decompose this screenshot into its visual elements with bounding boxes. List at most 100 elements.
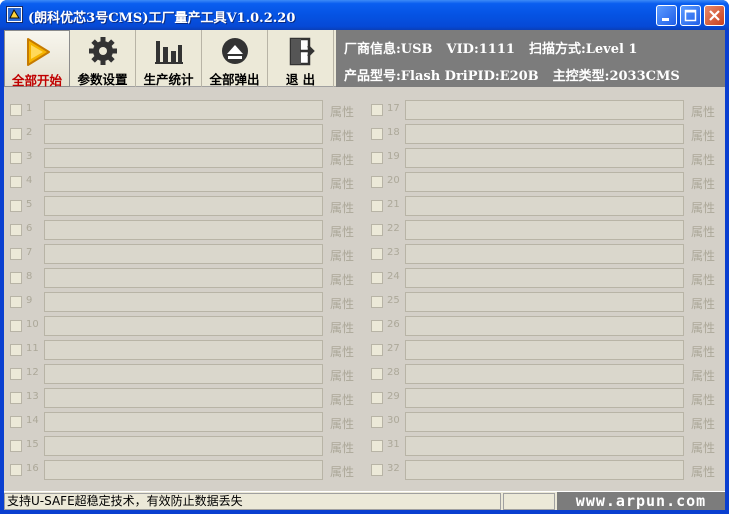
exit-button[interactable]: 退 出 xyxy=(268,30,334,87)
port-properties-button[interactable]: 属性 xyxy=(691,199,715,216)
port-properties-button[interactable]: 属性 xyxy=(330,415,354,432)
port-row: 31 属性 xyxy=(371,436,725,458)
port-checkbox[interactable] xyxy=(371,128,383,140)
port-checkbox[interactable] xyxy=(10,104,22,116)
maximize-button[interactable] xyxy=(680,5,701,26)
port-status-field xyxy=(44,388,323,408)
port-properties-button[interactable]: 属性 xyxy=(691,391,715,408)
port-number: 7 xyxy=(26,247,33,258)
stats-label: 生产统计 xyxy=(143,72,194,87)
port-checkbox[interactable] xyxy=(10,272,22,284)
port-checkbox[interactable] xyxy=(10,464,22,476)
app-icon[interactable] xyxy=(6,6,23,23)
port-properties-button[interactable]: 属性 xyxy=(330,391,354,408)
port-checkbox[interactable] xyxy=(371,224,383,236)
port-properties-button[interactable]: 属性 xyxy=(691,343,715,360)
port-row: 32 属性 xyxy=(371,460,725,482)
title-bar[interactable]: (朗科优芯3号CMS)工厂量产工具V1.0.2.20 xyxy=(0,0,729,30)
port-properties-button[interactable]: 属性 xyxy=(330,343,354,360)
port-checkbox[interactable] xyxy=(10,296,22,308)
port-properties-button[interactable]: 属性 xyxy=(330,199,354,216)
port-row: 22 属性 xyxy=(371,220,725,242)
port-checkbox[interactable] xyxy=(371,464,383,476)
start-all-button[interactable]: 全部开始 xyxy=(4,30,70,88)
port-properties-button[interactable]: 属性 xyxy=(330,463,354,480)
port-row: 25 属性 xyxy=(371,292,725,314)
port-properties-button[interactable]: 属性 xyxy=(691,127,715,144)
port-status-field xyxy=(405,364,684,384)
port-checkbox[interactable] xyxy=(10,392,22,404)
port-properties-button[interactable]: 属性 xyxy=(691,439,715,456)
port-checkbox[interactable] xyxy=(371,344,383,356)
port-checkbox[interactable] xyxy=(371,200,383,212)
port-properties-button[interactable]: 属性 xyxy=(330,151,354,168)
port-properties-button[interactable]: 属性 xyxy=(330,367,354,384)
port-number: 30 xyxy=(387,415,400,426)
port-checkbox[interactable] xyxy=(371,440,383,452)
port-checkbox[interactable] xyxy=(371,176,383,188)
port-properties-button[interactable]: 属性 xyxy=(330,103,354,120)
port-properties-button[interactable]: 属性 xyxy=(691,463,715,480)
close-button[interactable] xyxy=(704,5,725,26)
port-properties-button[interactable]: 属性 xyxy=(691,271,715,288)
port-checkbox[interactable] xyxy=(10,344,22,356)
port-row: 19 属性 xyxy=(371,148,725,170)
port-status-field xyxy=(405,100,684,120)
port-checkbox[interactable] xyxy=(10,200,22,212)
port-checkbox[interactable] xyxy=(10,152,22,164)
port-properties-button[interactable]: 属性 xyxy=(691,175,715,192)
port-checkbox[interactable] xyxy=(371,152,383,164)
port-properties-button[interactable]: 属性 xyxy=(691,367,715,384)
port-number: 13 xyxy=(26,391,39,402)
eject-all-button[interactable]: 全部弹出 xyxy=(202,30,268,87)
port-row: 1 属性 xyxy=(10,100,364,122)
app-window: (朗科优芯3号CMS)工厂量产工具V1.0.2.20 全部开始 参数设置 生产统… xyxy=(0,0,729,514)
port-checkbox[interactable] xyxy=(371,104,383,116)
port-status-field xyxy=(405,316,684,336)
port-checkbox[interactable] xyxy=(371,320,383,332)
port-status-field xyxy=(44,460,323,480)
port-checkbox[interactable] xyxy=(10,224,22,236)
port-properties-button[interactable]: 属性 xyxy=(330,175,354,192)
port-properties-button[interactable]: 属性 xyxy=(691,151,715,168)
port-properties-button[interactable]: 属性 xyxy=(691,223,715,240)
port-row: 8 属性 xyxy=(10,268,364,290)
port-row: 29 属性 xyxy=(371,388,725,410)
port-status-field xyxy=(44,340,323,360)
bar-chart-icon xyxy=(154,41,183,64)
port-properties-button[interactable]: 属性 xyxy=(691,103,715,120)
port-checkbox[interactable] xyxy=(371,296,383,308)
port-checkbox[interactable] xyxy=(371,248,383,260)
port-row: 10 属性 xyxy=(10,316,364,338)
port-checkbox[interactable] xyxy=(371,416,383,428)
port-checkbox[interactable] xyxy=(10,416,22,428)
gear-icon xyxy=(88,37,117,65)
port-properties-button[interactable]: 属性 xyxy=(330,247,354,264)
port-row: 27 属性 xyxy=(371,340,725,362)
port-properties-button[interactable]: 属性 xyxy=(691,295,715,312)
port-checkbox[interactable] xyxy=(10,368,22,380)
port-checkbox[interactable] xyxy=(10,440,22,452)
port-checkbox[interactable] xyxy=(10,248,22,260)
port-checkbox[interactable] xyxy=(10,128,22,140)
port-properties-button[interactable]: 属性 xyxy=(330,295,354,312)
port-properties-button[interactable]: 属性 xyxy=(330,271,354,288)
minimize-button[interactable] xyxy=(656,5,677,26)
port-checkbox[interactable] xyxy=(371,272,383,284)
port-properties-button[interactable]: 属性 xyxy=(691,415,715,432)
port-checkbox[interactable] xyxy=(10,176,22,188)
stats-button[interactable]: 生产统计 xyxy=(136,30,202,87)
exit-label: 退 出 xyxy=(285,72,316,87)
port-properties-button[interactable]: 属性 xyxy=(330,223,354,240)
port-properties-button[interactable]: 属性 xyxy=(330,439,354,456)
port-number: 21 xyxy=(387,199,400,210)
port-properties-button[interactable]: 属性 xyxy=(691,247,715,264)
port-properties-button[interactable]: 属性 xyxy=(330,127,354,144)
settings-button[interactable]: 参数设置 xyxy=(70,30,136,87)
port-properties-button[interactable]: 属性 xyxy=(330,319,354,336)
port-checkbox[interactable] xyxy=(371,368,383,380)
port-checkbox[interactable] xyxy=(371,392,383,404)
port-row: 6 属性 xyxy=(10,220,364,242)
port-properties-button[interactable]: 属性 xyxy=(691,319,715,336)
port-checkbox[interactable] xyxy=(10,320,22,332)
